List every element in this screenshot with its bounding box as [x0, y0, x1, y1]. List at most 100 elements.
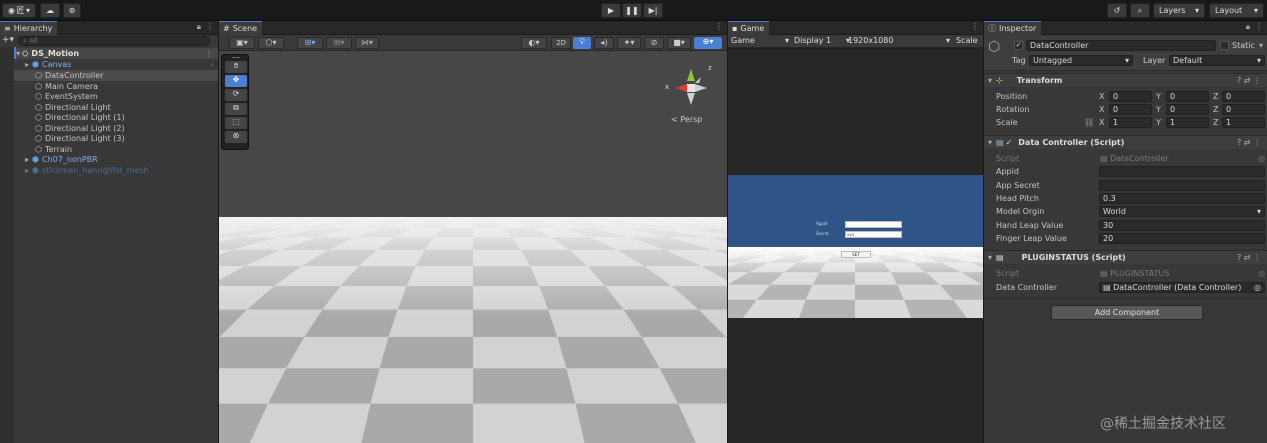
history-button[interactable]: ↺ [1107, 3, 1127, 18]
tab-inspector[interactable]: ⓘ Inspector [984, 21, 1042, 35]
toggle-2d-button[interactable]: 2D [551, 37, 571, 49]
rotate-tool-button[interactable]: ⟳ [225, 89, 247, 101]
layout-dropdown[interactable]: Layout ▾ [1209, 3, 1264, 18]
scene-viewport[interactable] [219, 52, 727, 443]
hierarchy-item[interactable]: ▸ ⬢ Ch07_nonPBR [14, 154, 218, 165]
draw-mode-dropdown[interactable]: ▣▾ [229, 37, 255, 49]
pause-button[interactable]: ❚❚ [622, 3, 642, 18]
add-component-button[interactable]: Add Component [1051, 305, 1203, 320]
hierarchy-item[interactable]: ⬡ DataController [14, 70, 218, 81]
model-origin-label: Model Orgin [996, 207, 1045, 216]
camera-dropdown[interactable]: ■▾ [667, 37, 691, 49]
more-menu-icon[interactable]: ⋮ [715, 22, 723, 31]
lock-icon[interactable]: 🔒︎ [1246, 22, 1250, 32]
game-mode-dropdown[interactable]: Game ▾ [731, 36, 789, 47]
game-viewport[interactable]: Appid Secret xxx SET [728, 175, 983, 318]
data-controller-header[interactable]: ▾ ▤ ✓ Data Controller (Script) ? ⇄ ⋮ [984, 135, 1267, 149]
rotation-x-input[interactable]: 0 [1109, 104, 1152, 115]
effects-dropdown[interactable]: ✦▾ [617, 37, 641, 49]
account-dropdown[interactable]: ◉ 匠 ▾ [2, 3, 36, 18]
data-controller-ref-field[interactable]: ▤ DataController (Data Controller) ◎ [1099, 282, 1265, 293]
component-menu-icons[interactable]: ? ⇄ ⋮ [1237, 138, 1261, 147]
hierarchy-item-label: Terrain [44, 144, 73, 154]
scale-y-input[interactable]: 1 [1166, 117, 1209, 128]
more-menu-icon[interactable]: ⋮ [971, 22, 979, 31]
model-origin-dropdown[interactable]: World ▾ [1099, 206, 1265, 217]
expand-arrow-icon: ▾ [988, 138, 993, 147]
tab-game[interactable]: ▪ Game [728, 21, 770, 35]
position-x-input[interactable]: 0 [1109, 91, 1152, 102]
grid-snap-dropdown[interactable]: ⊞▾ [297, 37, 323, 49]
add-icon[interactable]: +▾ [2, 35, 14, 45]
grid-visibility-dropdown[interactable]: ⊞▾ [326, 37, 352, 49]
chevron-down-icon[interactable]: ▾ [1259, 41, 1263, 50]
check-icon[interactable]: ✓ [1006, 138, 1013, 147]
orientation-gizmo[interactable]: x z [665, 59, 715, 119]
hierarchy-item[interactable]: ⬡ Main Camera [14, 81, 218, 92]
scale-tool-button[interactable]: ⧉ [225, 103, 247, 115]
component-menu-icons[interactable]: ? ⇄ ⋮ [1237, 76, 1261, 85]
render-dropdown[interactable]: ⬡▾ [258, 37, 284, 49]
tab-scene[interactable]: # Scene [219, 21, 263, 35]
resolution-dropdown[interactable]: 1920x1080 ▾ [848, 36, 950, 47]
shading-mode-dropdown[interactable]: ◐▾ [521, 37, 547, 49]
gizmos-dropdown[interactable]: ⊕▾ [694, 37, 722, 49]
layers-dropdown[interactable]: Layers ▾ [1153, 3, 1205, 18]
cloud-button[interactable]: ☁ [40, 3, 60, 18]
rotation-y-input[interactable]: 0 [1166, 104, 1209, 115]
watermark-text: @稀土掘金技术社区 [1100, 416, 1226, 432]
hierarchy-item[interactable]: ▸ ⬢ stickman_hand@fist_mesh [14, 165, 218, 176]
hierarchy-item-label: Directional Light (1) [44, 113, 125, 122]
hierarchy-item[interactable]: ⬡ EventSystem [14, 91, 218, 102]
layer-dropdown[interactable]: Default ▾ [1169, 55, 1265, 66]
game-appid-input[interactable] [845, 221, 902, 228]
object-name-input[interactable]: DataController [1026, 40, 1216, 51]
tag-dropdown[interactable]: Untagged ▾ [1029, 55, 1133, 66]
position-y-input[interactable]: 0 [1166, 91, 1209, 102]
display-dropdown[interactable]: Display 1 ▾ [794, 36, 850, 47]
rect-tool-button[interactable]: ⬚ [225, 117, 247, 129]
scene-row[interactable]: ▾ ⛭ DS_Motion ⋮ [14, 48, 218, 59]
step-button[interactable]: ▶| [643, 3, 663, 18]
position-z-input[interactable]: 0 [1222, 91, 1265, 102]
play-button[interactable]: ▶ [601, 3, 621, 18]
hand-leap-input[interactable]: 30 [1099, 220, 1265, 231]
hidden-objects-toggle[interactable]: ⊘ [644, 37, 664, 49]
game-set-button[interactable]: SET [841, 251, 871, 258]
head-pitch-input[interactable]: 0.3 [1099, 193, 1265, 204]
move-tool-button[interactable]: ✥ [225, 75, 247, 87]
more-menu-icon[interactable]: ⋮ [1255, 22, 1263, 32]
lighting-toggle[interactable]: 💡︎ [573, 37, 591, 49]
finger-leap-input[interactable]: 20 [1099, 233, 1265, 244]
transform-header[interactable]: ▾ ⊹ Transform ? ⇄ ⋮ [984, 73, 1267, 87]
audio-toggle[interactable]: ◂) [594, 37, 614, 49]
hierarchy-item[interactable]: ⬡ Terrain [14, 144, 218, 155]
lock-icon[interactable]: 🔒︎ [197, 22, 201, 32]
game-secret-input[interactable]: xxx [845, 231, 902, 238]
component-menu-icons[interactable]: ? ⇄ ⋮ [1237, 253, 1261, 262]
scale-x-input[interactable]: 1 [1109, 117, 1152, 128]
transform-tool-button[interactable]: ⊛ [225, 131, 247, 143]
hierarchy-item[interactable]: ⬡ Directional Light [14, 102, 218, 113]
more-menu-icon[interactable]: ⋮ [206, 22, 214, 32]
static-checkbox[interactable] [1220, 41, 1229, 50]
hierarchy-item[interactable]: ▸ ⬢ Canvas › [14, 59, 218, 70]
active-checkbox[interactable]: ✓ [1014, 41, 1023, 50]
hierarchy-item[interactable]: ⬡ Directional Light (1) [14, 112, 218, 123]
hierarchy-item[interactable]: ⬡ Directional Light (3) [14, 133, 218, 144]
scale-z-input[interactable]: 1 [1222, 117, 1265, 128]
hierarchy-search-input[interactable]: ⌕ All [18, 36, 210, 46]
hierarchy-item[interactable]: ⬡ Directional Light (2) [14, 123, 218, 134]
appid-input[interactable] [1099, 166, 1265, 177]
projection-toggle[interactable]: < Persp [671, 115, 702, 124]
app-secret-input[interactable] [1099, 180, 1265, 191]
collab-button[interactable]: ⊛ [63, 3, 81, 18]
rotation-z-input[interactable]: 0 [1222, 104, 1265, 115]
plugin-status-header[interactable]: ▾ ▤ PLUGINSTATUS (Script) ? ⇄ ⋮ [984, 250, 1267, 264]
tab-hierarchy[interactable]: ≡ Hierarchy [0, 21, 58, 35]
more-menu-icon[interactable]: ⋮ [205, 49, 213, 58]
link-icon[interactable]: ⛓ [1084, 118, 1094, 127]
increment-snap-dropdown[interactable]: ⋈▾ [355, 37, 379, 49]
hand-tool-button[interactable]: ✋︎ [225, 61, 247, 73]
search-button[interactable]: ⌕ [1130, 3, 1150, 18]
